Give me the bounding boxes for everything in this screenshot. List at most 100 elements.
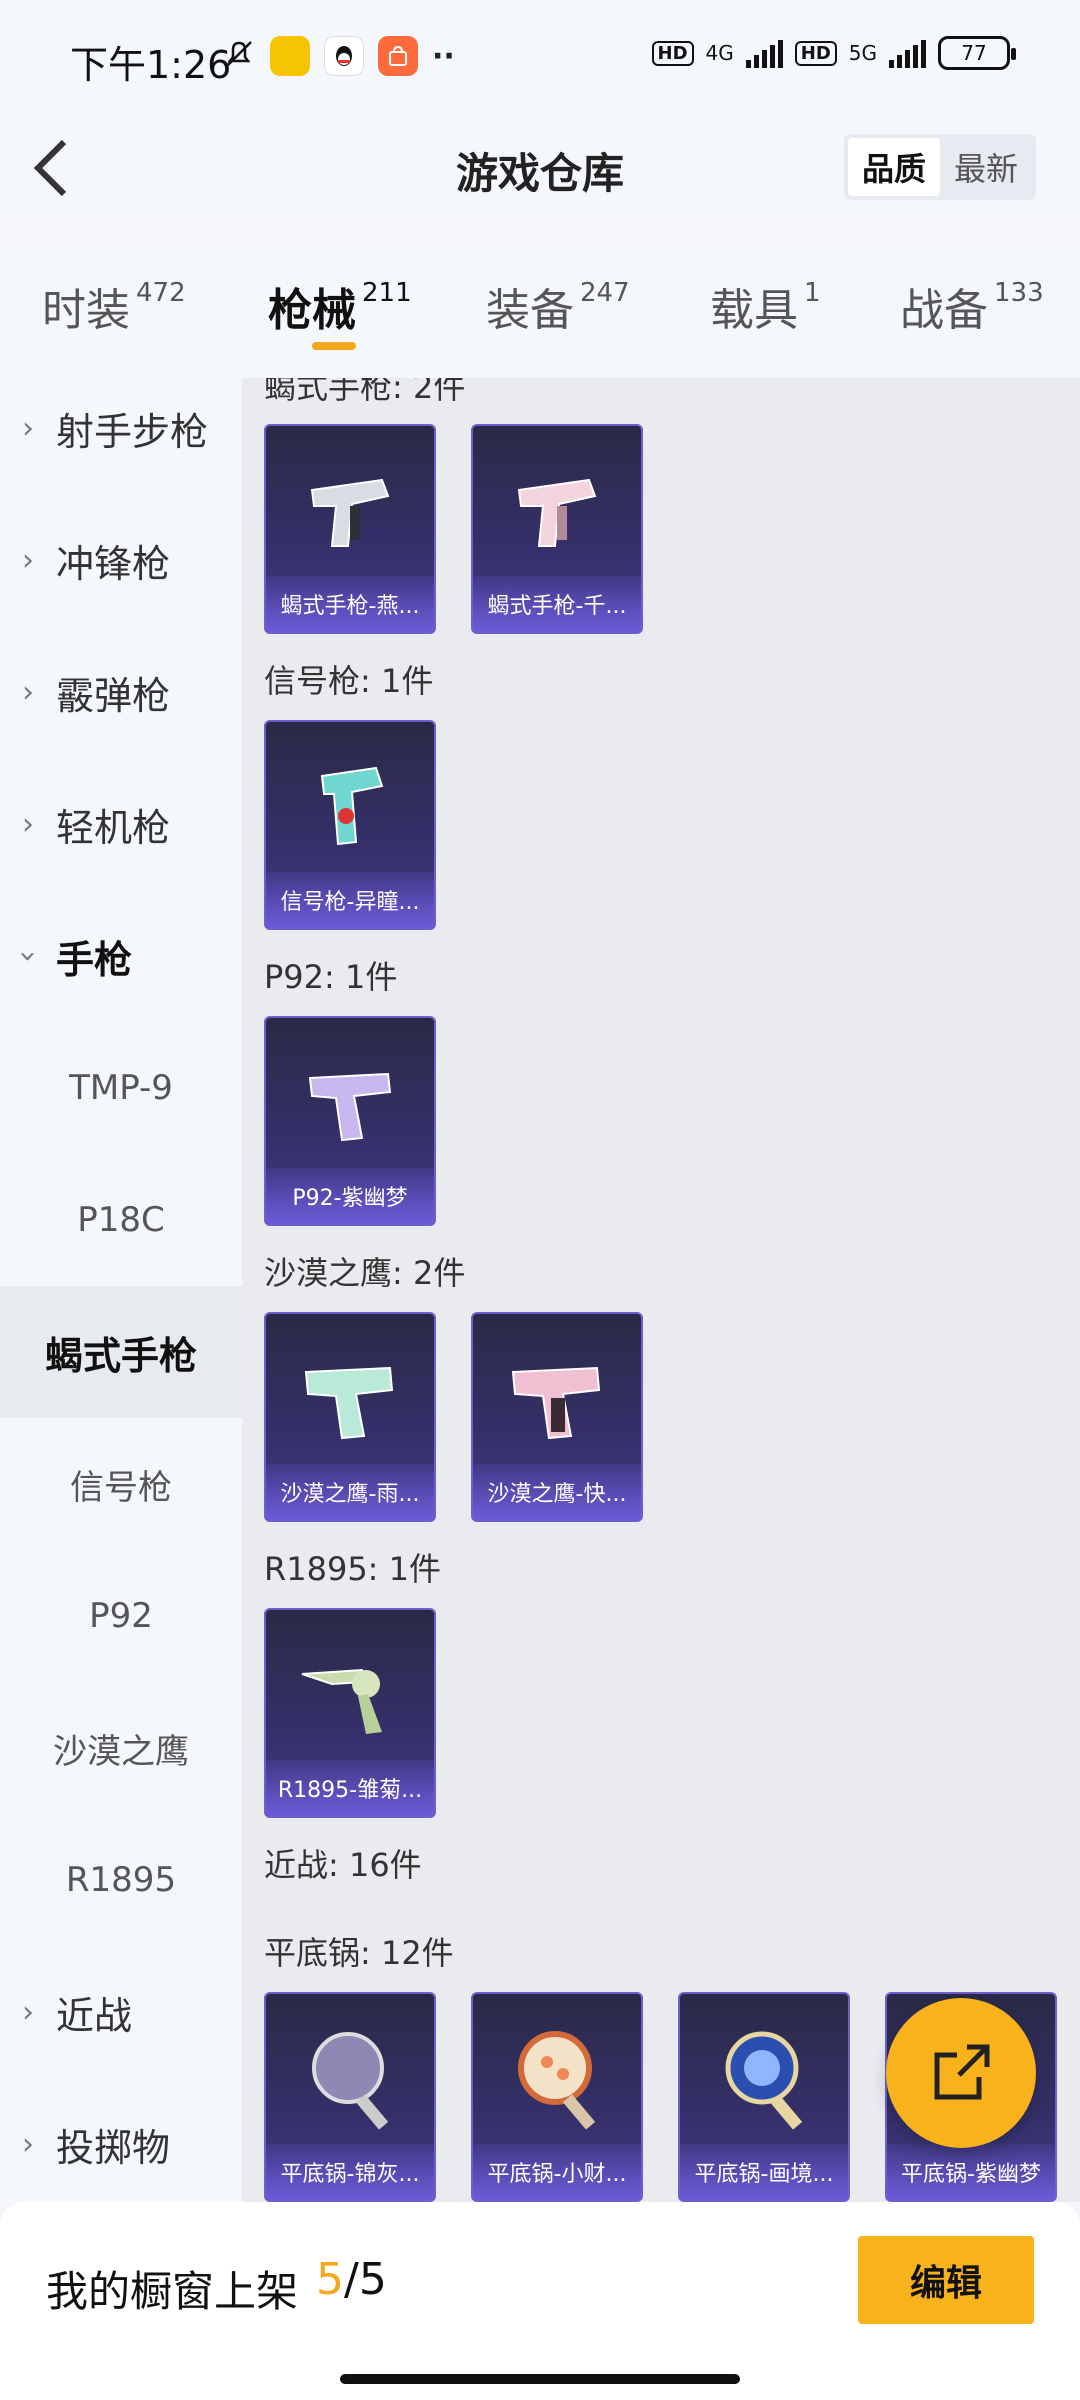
sort-quality-button[interactable]: 品质 bbox=[848, 138, 940, 196]
chevron-right-icon: › bbox=[22, 806, 34, 842]
showcase-count: 5/5 bbox=[316, 2254, 387, 2305]
network-5g-label: 5G bbox=[848, 41, 877, 65]
sidebar-item-label: 投掷物 bbox=[56, 2125, 171, 2170]
hd-badge: HD bbox=[651, 40, 694, 66]
sidebar-item-melee[interactable]: › 近战 bbox=[0, 1946, 242, 2078]
sidebar-item-p92[interactable]: P92 bbox=[0, 1550, 242, 1682]
sidebar-item-skorpion[interactable]: 蝎式手枪 bbox=[0, 1286, 242, 1418]
sidebar-item-shotgun[interactable]: › 霰弹枪 bbox=[0, 626, 242, 758]
tab-count: 1 bbox=[804, 278, 821, 308]
chevron-down-icon: › bbox=[10, 950, 46, 962]
sidebar-item-flare-gun[interactable]: 信号枪 bbox=[0, 1418, 242, 1550]
tab-fashion[interactable]: 时装 472 bbox=[42, 274, 186, 338]
pan-icon bbox=[725, 2031, 803, 2130]
sidebar-item-label: 手枪 bbox=[56, 937, 133, 982]
item-caption: P92-紫幽梦 bbox=[266, 1168, 434, 1224]
page-header: 游戏仓库 品质 最新 bbox=[0, 120, 1080, 216]
tab-label: 战备 bbox=[900, 285, 988, 336]
smg-pistol-icon bbox=[310, 478, 390, 547]
sidebar-item-label: 轻机枪 bbox=[56, 805, 171, 850]
sidebar-item-label: 近战 bbox=[56, 1993, 133, 2038]
edit-button[interactable]: 编辑 bbox=[858, 2236, 1034, 2324]
pistol-icon bbox=[511, 1366, 601, 1440]
signal-icon bbox=[745, 38, 783, 68]
item-caption: 沙漠之鹰-雨... bbox=[266, 1464, 434, 1520]
sort-latest-button[interactable]: 最新 bbox=[940, 138, 1032, 196]
item-card[interactable]: R1895-雏菊... bbox=[264, 1608, 436, 1818]
status-bar: 下午1:26 ·· HD 4G HD 5G 77 bbox=[0, 0, 1080, 120]
tab-vehicles[interactable]: 载具 1 bbox=[710, 274, 821, 338]
item-caption: 蝎式手枪-千... bbox=[473, 576, 641, 632]
sidebar-item-throwables[interactable]: › 投掷物 bbox=[0, 2078, 242, 2202]
chevron-right-icon: › bbox=[22, 674, 34, 710]
pan-icon bbox=[312, 2032, 389, 2130]
sidebar-item-tmp9[interactable]: TMP-9 bbox=[0, 1022, 242, 1154]
active-tab-indicator bbox=[312, 342, 356, 350]
item-caption: 平底锅-锦灰... bbox=[266, 2144, 434, 2200]
item-card[interactable]: 蝎式手枪-燕... bbox=[264, 424, 436, 634]
tab-count: 133 bbox=[994, 278, 1044, 308]
sidebar-item-deagle[interactable]: 沙漠之鹰 bbox=[0, 1682, 242, 1814]
item-card[interactable]: P92-紫幽梦 bbox=[264, 1016, 436, 1226]
sidebar-item-p18c[interactable]: P18C bbox=[0, 1154, 242, 1286]
share-button[interactable] bbox=[886, 1998, 1036, 2148]
pistol-icon bbox=[304, 1366, 394, 1440]
network-4g-label: 4G bbox=[705, 41, 734, 65]
section-title: 沙漠之鹰: 2件 bbox=[264, 1254, 466, 1292]
tab-equipment[interactable]: 装备 247 bbox=[486, 274, 630, 338]
sidebar-item-label: 射手步枪 bbox=[56, 409, 209, 454]
status-right: HD 4G HD 5G 77 bbox=[651, 36, 1016, 70]
sidebar-item-smg[interactable]: › 冲锋枪 bbox=[0, 494, 242, 626]
item-card[interactable]: 信号枪-异瞳... bbox=[264, 720, 436, 930]
category-tabs: 时装 472 枪械 211 装备 247 载具 1 战备 133 bbox=[0, 250, 1080, 378]
share-external-icon bbox=[934, 2044, 990, 2100]
showcase-label: 我的橱窗上架 bbox=[46, 2267, 299, 2316]
tab-label: 枪械 bbox=[268, 285, 356, 336]
signal-icon-2 bbox=[889, 38, 926, 68]
item-card[interactable]: 平底锅-锦灰... bbox=[264, 1992, 436, 2202]
tab-combat-gear[interactable]: 战备 133 bbox=[900, 274, 1044, 338]
qq-icon bbox=[324, 36, 364, 76]
revolver-icon bbox=[301, 1668, 382, 1734]
bell-muted-icon bbox=[222, 37, 256, 75]
tab-count: 247 bbox=[580, 278, 630, 308]
sort-toggle: 品质 最新 bbox=[844, 134, 1036, 200]
tab-label: 装备 bbox=[486, 285, 574, 336]
pistol-icon bbox=[308, 1072, 392, 1142]
item-caption: 信号枪-异瞳... bbox=[266, 872, 434, 928]
section-title: P92: 1件 bbox=[264, 958, 398, 996]
section-title: 信号枪: 1件 bbox=[264, 662, 434, 700]
sidebar-item-label: 霰弹枪 bbox=[56, 673, 171, 718]
section-title: R1895: 1件 bbox=[264, 1550, 441, 1588]
showcase-current-count: 5 bbox=[316, 2254, 344, 2305]
chevron-right-icon: › bbox=[22, 410, 34, 446]
item-caption: 平底锅-画境... bbox=[680, 2144, 848, 2200]
item-card[interactable]: 蝎式手枪-千... bbox=[471, 424, 643, 634]
sidebar-item-dmr[interactable]: › 射手步枪 bbox=[0, 378, 242, 494]
flare-gun-icon bbox=[320, 766, 384, 846]
item-caption: 蝎式手枪-燕... bbox=[266, 576, 434, 632]
tab-count: 211 bbox=[362, 278, 412, 308]
sidebar-item-pistol[interactable]: › 手枪 bbox=[0, 890, 242, 1022]
smg-pistol-icon bbox=[517, 478, 597, 547]
item-card[interactable]: 沙漠之鹰-快... bbox=[471, 1312, 643, 1522]
bottom-bar: 我的橱窗上架 5/5 编辑 bbox=[0, 2202, 1080, 2400]
item-card[interactable]: 沙漠之鹰-雨... bbox=[264, 1312, 436, 1522]
item-card[interactable]: 平底锅-小财... bbox=[471, 1992, 643, 2202]
showcase-total-count: /5 bbox=[344, 2254, 387, 2305]
chevron-right-icon: › bbox=[22, 1994, 34, 2030]
item-caption: 沙漠之鹰-快... bbox=[473, 1464, 641, 1520]
item-caption: 平底锅-紫幽梦 bbox=[887, 2144, 1055, 2200]
status-notifications: ·· bbox=[222, 36, 455, 76]
section-title: 近战: 16件 bbox=[264, 1846, 422, 1884]
tab-label: 时装 bbox=[42, 285, 130, 336]
tab-firearms[interactable]: 枪械 211 bbox=[268, 274, 412, 338]
home-indicator[interactable] bbox=[340, 2374, 740, 2384]
sidebar: › 射手步枪 › 冲锋枪 › 霰弹枪 › 轻机枪 › 手枪 TMP-9 P18C… bbox=[0, 378, 242, 2202]
sidebar-item-lmg[interactable]: › 轻机枪 bbox=[0, 758, 242, 890]
app-notification-icon bbox=[270, 36, 310, 76]
sidebar-item-r1895[interactable]: R1895 bbox=[0, 1814, 242, 1946]
item-grid: 蝎式手枪: 2件 蝎式手枪-燕... 蝎式手枪-千... 信号枪: 1件 信号枪… bbox=[242, 378, 1080, 2202]
item-card[interactable]: 平底锅-画境... bbox=[678, 1992, 850, 2202]
section-title: 平底锅: 12件 bbox=[264, 1934, 454, 1972]
